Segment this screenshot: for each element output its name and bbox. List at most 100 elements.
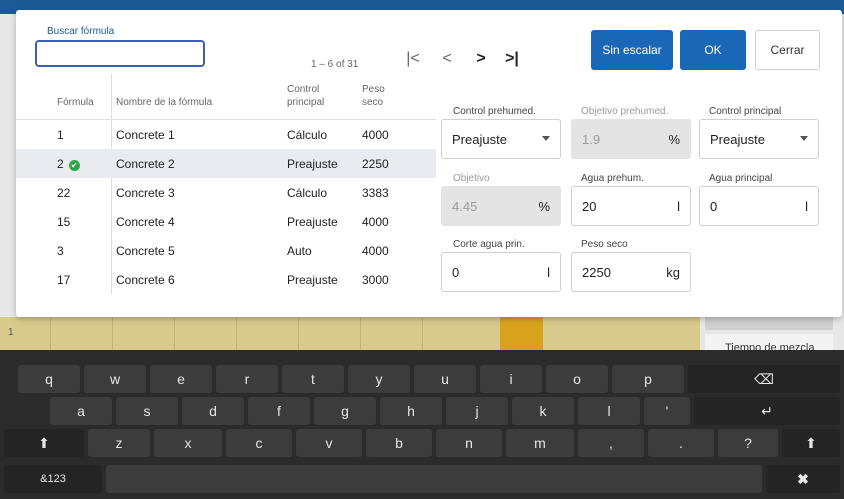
table-row[interactable]: 17 Concrete 6 Preajuste 3000: [16, 265, 436, 294]
enter-key[interactable]: ↵: [694, 397, 840, 425]
shift-icon: ⬆: [38, 434, 50, 451]
cell-formula: 1: [57, 128, 64, 142]
cerrar-button[interactable]: Cerrar: [755, 30, 820, 70]
agua-principal-value: 0: [710, 199, 718, 214]
key-k[interactable]: k: [512, 397, 574, 425]
mode-key[interactable]: &123: [4, 465, 102, 493]
key-w[interactable]: w: [84, 365, 146, 393]
key-g[interactable]: g: [314, 397, 376, 425]
key-question[interactable]: ?: [718, 429, 778, 457]
agua-prehum-field[interactable]: 20 l: [571, 186, 691, 226]
cell-name: Concrete 4: [116, 215, 175, 229]
close-icon: ✖: [797, 470, 809, 487]
search-label: Buscar fórmula: [47, 26, 115, 37]
corte-agua-field[interactable]: 0 l: [441, 252, 561, 292]
key-s[interactable]: s: [116, 397, 178, 425]
agua-prehum-unit: l: [677, 199, 680, 214]
key-i[interactable]: i: [480, 365, 542, 393]
table-row[interactable]: 3 Concrete 5 Auto 4000: [16, 236, 436, 265]
key-b[interactable]: b: [366, 429, 432, 457]
cell-name: Concrete 3: [116, 186, 175, 200]
cell-name: Concrete 5: [116, 244, 175, 258]
cell-control: Preajuste: [287, 157, 338, 171]
agua-prehum-label: Agua prehum.: [581, 173, 644, 184]
cell-peso: 4000: [362, 128, 389, 142]
pager-range: 1 – 6 of 31: [311, 59, 359, 70]
agua-principal-unit: l: [805, 199, 808, 214]
table-row[interactable]: 1 Concrete 1 Cálculo 4000: [16, 120, 436, 149]
peso-seco-label: Peso seco: [581, 239, 628, 250]
key-o[interactable]: o: [546, 365, 608, 393]
key-c[interactable]: c: [226, 429, 292, 457]
agua-prehum-value: 20: [582, 199, 597, 214]
key-p[interactable]: p: [612, 365, 684, 393]
key-comma[interactable]: ,: [578, 429, 644, 457]
prev-page-icon[interactable]: <: [437, 50, 457, 68]
agua-principal-field[interactable]: 0 l: [699, 186, 819, 226]
key-d[interactable]: d: [182, 397, 244, 425]
control-principal-label: Control principal: [709, 106, 782, 117]
cell-control: Cálculo: [287, 128, 328, 142]
check-icon: ✔: [68, 160, 80, 171]
control-prehumed-select[interactable]: Preajuste: [441, 119, 561, 159]
table-row[interactable]: 15 Concrete 4 Preajuste 4000: [16, 207, 436, 236]
key-f[interactable]: f: [248, 397, 310, 425]
next-page-icon[interactable]: >: [471, 50, 491, 68]
key-e[interactable]: e: [150, 365, 212, 393]
table-row-selected[interactable]: 2 ✔ Concrete 2 Preajuste 2250: [16, 149, 436, 178]
key-m[interactable]: m: [506, 429, 574, 457]
peso-seco-field[interactable]: 2250 kg: [571, 252, 691, 292]
cell-control: Preajuste: [287, 273, 338, 287]
cell-peso: 2250: [362, 157, 389, 171]
key-y[interactable]: y: [348, 365, 410, 393]
formula-dialog: Buscar fórmula 1 – 6 of 31 |< < > >| Sin…: [16, 10, 842, 317]
cell-formula: 17: [57, 273, 71, 287]
objetivo-prehumed-unit: %: [668, 132, 680, 147]
agua-principal-label: Agua principal: [709, 173, 773, 184]
sin-escalar-button[interactable]: Sin escalar: [591, 30, 673, 70]
background-gold-cell: [500, 317, 543, 350]
cell-name: Concrete 2: [116, 157, 175, 171]
table-row[interactable]: 22 Concrete 3 Cálculo 3383: [16, 178, 436, 207]
chevron-down-icon: [800, 136, 808, 141]
first-page-icon[interactable]: |<: [403, 50, 423, 68]
key-n[interactable]: n: [436, 429, 502, 457]
key-l[interactable]: l: [578, 397, 640, 425]
cell-formula-wrap: 2 ✔: [57, 157, 80, 171]
header-formula: Fórmula: [57, 97, 94, 108]
key-a[interactable]: a: [50, 397, 112, 425]
background-row-number: 1: [8, 327, 14, 338]
key-x[interactable]: x: [154, 429, 222, 457]
search-input[interactable]: [35, 40, 205, 67]
key-v[interactable]: v: [296, 429, 362, 457]
header-peso-line1: Peso: [362, 84, 385, 95]
backspace-key[interactable]: ⌫: [688, 365, 840, 393]
key-h[interactable]: h: [380, 397, 442, 425]
shift-left-key[interactable]: ⬆: [4, 429, 84, 457]
backspace-icon: ⌫: [754, 370, 774, 387]
shift-icon: ⬆: [805, 434, 817, 451]
key-t[interactable]: t: [282, 365, 344, 393]
tiempo-de-mezcla-label: Tiempo de mezcla: [705, 334, 833, 350]
header-peso-line2: seco: [362, 97, 384, 108]
key-u[interactable]: u: [414, 365, 476, 393]
objetivo-label: Objetivo: [453, 173, 490, 184]
control-principal-value: Preajuste: [710, 132, 765, 147]
close-keyboard-key[interactable]: ✖: [766, 465, 840, 493]
ok-button[interactable]: OK: [680, 30, 746, 70]
objetivo-prehumed-field: 1.9 %: [571, 119, 691, 159]
chevron-down-icon: [542, 136, 550, 141]
control-principal-select[interactable]: Preajuste: [699, 119, 819, 159]
key-apostrophe[interactable]: ': [644, 397, 690, 425]
key-j[interactable]: j: [446, 397, 508, 425]
space-key[interactable]: [106, 465, 762, 493]
on-screen-keyboard: q w e r t y u i o p ⌫ a s d f g h j k l …: [0, 350, 844, 499]
corte-agua-value: 0: [452, 265, 460, 280]
key-q[interactable]: q: [18, 365, 80, 393]
key-r[interactable]: r: [216, 365, 278, 393]
key-period[interactable]: .: [648, 429, 714, 457]
last-page-icon[interactable]: >|: [502, 50, 522, 68]
shift-right-key[interactable]: ⬆: [782, 429, 840, 457]
key-z[interactable]: z: [88, 429, 150, 457]
cell-peso: 3383: [362, 186, 389, 200]
